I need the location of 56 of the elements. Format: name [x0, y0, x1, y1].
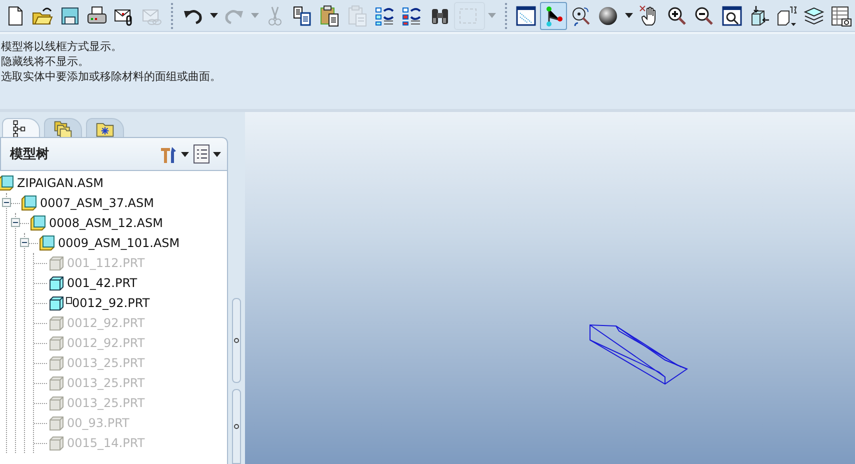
splitter-handle[interactable]	[232, 389, 241, 464]
layers-icon	[803, 4, 826, 26]
collapse-toggle[interactable]	[2, 198, 11, 207]
tree-structure-tab[interactable]	[2, 118, 40, 139]
caret-icon	[250, 13, 259, 18]
clipboard-list-icon	[346, 4, 369, 26]
tree-item[interactable]: ZIPAIGAN.ASM	[17, 176, 104, 190]
printer-icon	[86, 4, 108, 26]
part-icon	[48, 295, 64, 311]
caret-icon	[210, 13, 218, 18]
part-icon	[48, 375, 64, 391]
show-menu-button[interactable]	[191, 144, 223, 164]
part-icon	[48, 255, 64, 271]
tree-item[interactable]: 0012_92.PRT	[72, 296, 150, 310]
collapse-toggle[interactable]	[11, 218, 20, 227]
hammer-wrench-icon	[159, 144, 179, 164]
part-icon	[48, 415, 64, 431]
tree-item[interactable]: 0009_ASM_101.ASM	[58, 236, 180, 250]
refit-window-icon	[720, 4, 743, 26]
regenerate-arrows-icon	[374, 4, 396, 26]
copy-documents-icon	[292, 4, 314, 26]
tree-item[interactable]: 001_42.PRT	[67, 276, 138, 290]
zoom-in-icon	[666, 4, 688, 26]
part-icon	[48, 355, 64, 371]
assembly-icon	[21, 195, 37, 211]
assembly-icon	[30, 215, 46, 231]
folder-star-tab[interactable]	[86, 118, 124, 139]
tree-item[interactable]: 0007_ASM_37.ASM	[40, 196, 154, 210]
assembly-icon	[39, 235, 55, 251]
caret-icon	[488, 13, 496, 18]
message-line: 选取实体中要添加或移除材料的面组或曲面。	[1, 69, 222, 84]
shaded-sphere-icon	[597, 4, 620, 26]
table-camera-icon	[830, 4, 852, 26]
stacked-folders-tab[interactable]	[44, 118, 82, 139]
part-icon	[48, 395, 64, 411]
splitter-handle[interactable]	[232, 298, 241, 384]
regenerate-list-icon	[401, 4, 424, 26]
caret-icon	[625, 13, 634, 18]
datum-display-icon	[515, 4, 538, 26]
part-icon	[48, 335, 64, 351]
clipboard-icon	[319, 4, 342, 26]
part-icon	[48, 315, 64, 331]
caret-icon	[213, 152, 221, 156]
message-line: 隐藏线将不显示。	[1, 54, 90, 69]
assembly-icon	[0, 175, 14, 191]
collapse-toggle[interactable]	[20, 238, 29, 247]
spin-center-icon	[570, 4, 592, 26]
zoom-out-icon	[693, 4, 716, 26]
panel-title: 模型树	[10, 146, 50, 163]
message-line: 模型将以线框方式显示。	[1, 39, 123, 54]
part-icon	[48, 435, 64, 451]
caret-icon	[181, 152, 189, 156]
tree-item[interactable]: 0008_ASM_12.ASM	[49, 216, 163, 230]
part-icon	[48, 275, 64, 291]
list-document-icon	[193, 144, 211, 164]
node-graph-button[interactable]	[540, 2, 568, 30]
